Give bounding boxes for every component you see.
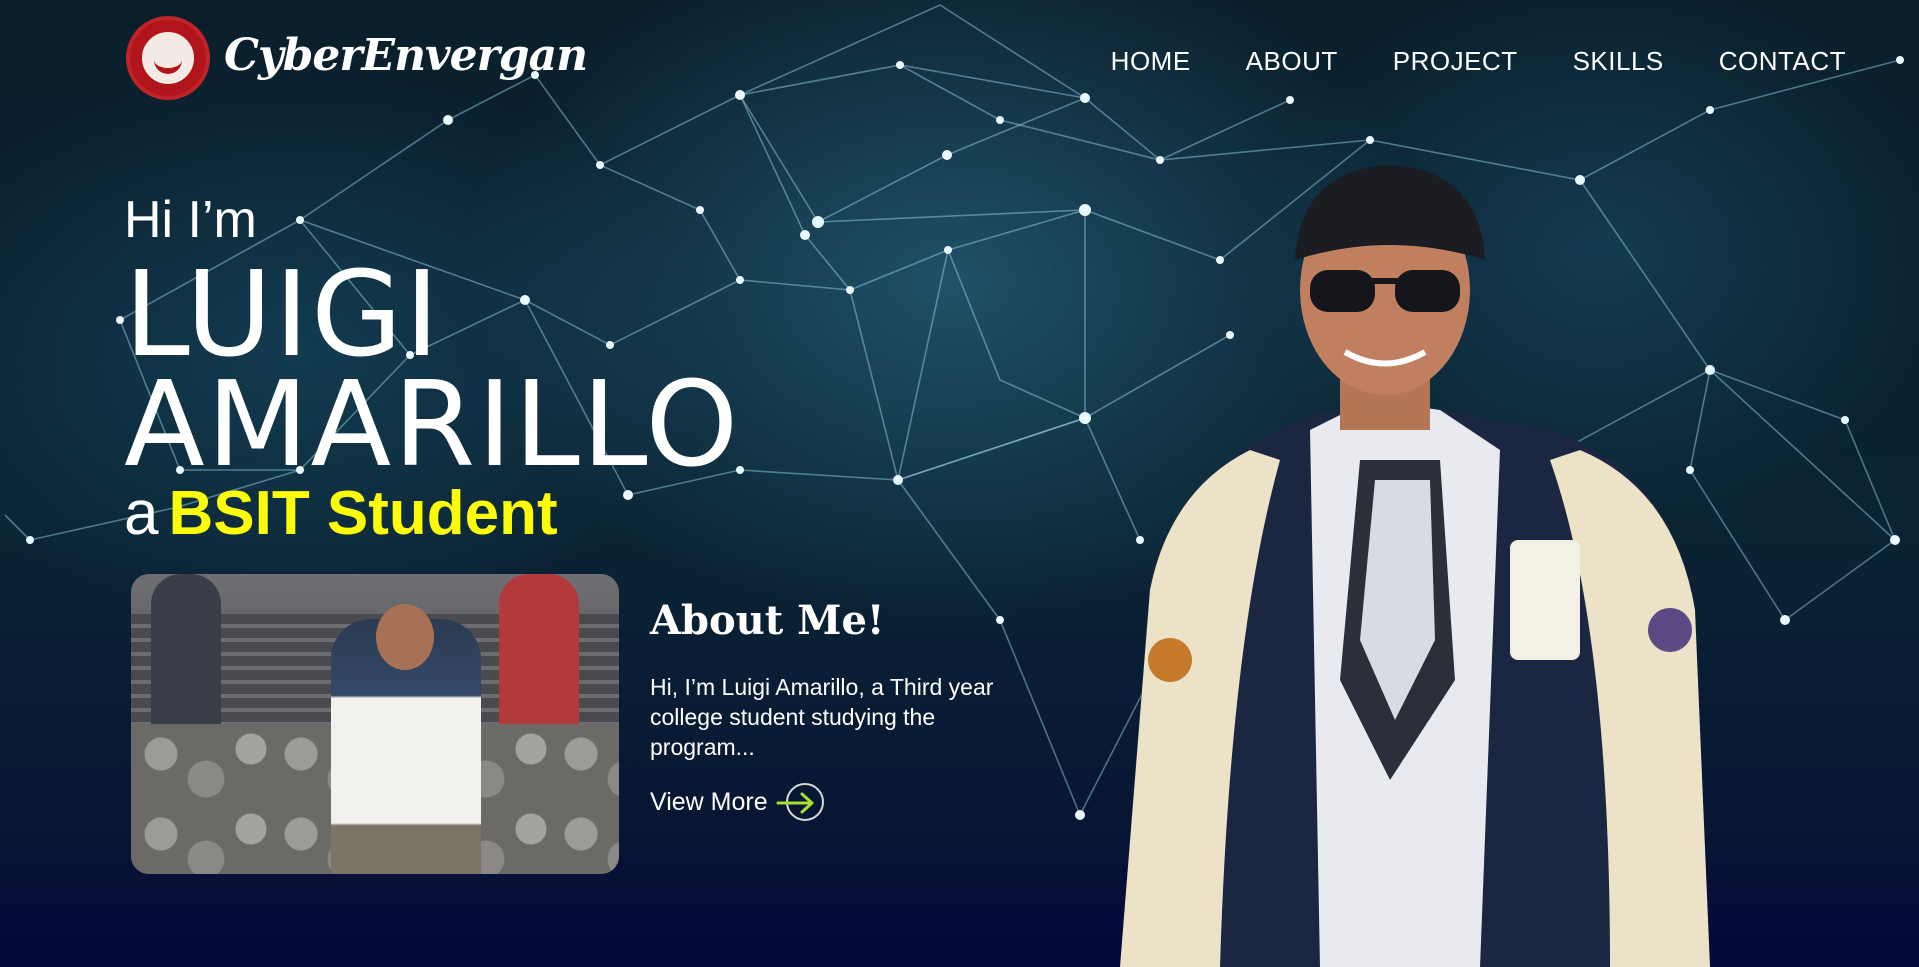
view-more-button[interactable]: View More: [650, 783, 824, 821]
hero-greeting: Hi I’m: [124, 191, 257, 249]
hero-role: a BSIT Student: [124, 478, 558, 549]
nav-skills[interactable]: SKILLS: [1573, 46, 1664, 77]
hero-portrait: [1120, 165, 1710, 967]
nav-home[interactable]: HOME: [1111, 46, 1191, 77]
hero-name-last: AMARILLO: [124, 355, 741, 493]
about-photo: [131, 574, 619, 874]
hero-role-highlight: BSIT Student: [168, 479, 558, 548]
nav-contact[interactable]: CONTACT: [1719, 46, 1846, 77]
about-title: About Me!: [650, 597, 885, 644]
main-nav: HOME ABOUT PROJECT SKILLS CONTACT: [1111, 46, 1846, 77]
university-seal-icon[interactable]: [130, 20, 206, 96]
about-description: Hi, I’m Luigi Amarillo, a Third year col…: [650, 674, 994, 760]
hero-role-prefix: a: [124, 479, 159, 548]
arrow-right-circle-icon[interactable]: [776, 783, 824, 821]
nav-about[interactable]: ABOUT: [1246, 46, 1338, 77]
view-more-label: View More: [650, 787, 768, 816]
brand-logo[interactable]: CyberEnvergan: [224, 30, 588, 81]
nav-project[interactable]: PROJECT: [1393, 46, 1518, 77]
